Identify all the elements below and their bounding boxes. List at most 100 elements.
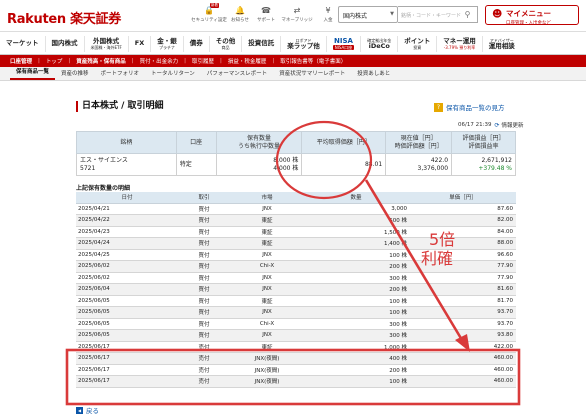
holding-row: エス・サイエンス 5721 特定 8,000 株 4,000 株 88.01 4… bbox=[76, 153, 516, 176]
nav-label: 投資信託 bbox=[248, 39, 275, 47]
tab-performance[interactable]: パフォーマンスレポート bbox=[201, 69, 273, 80]
crumb-tax[interactable]: 損益・税金履歴 bbox=[228, 57, 267, 65]
market-cell: Chi-X bbox=[232, 318, 302, 330]
back-link[interactable]: ◀ 戻る bbox=[76, 405, 99, 415]
tab-portfolio[interactable]: ポートフォリオ bbox=[95, 69, 146, 80]
date-cell: 2025/06/05 bbox=[76, 329, 176, 342]
divider: | bbox=[220, 58, 222, 64]
help-link[interactable]: ? 保有商品一覧の見方 bbox=[434, 102, 505, 112]
deposit-label: 入金 bbox=[323, 18, 333, 23]
table-row: 2025/06/05 買付 Chi-X 300 株 93.70 bbox=[76, 318, 516, 330]
support-button[interactable]: ☎ サポート bbox=[254, 5, 278, 24]
nav-nisa[interactable]: NISA NISA口座 bbox=[327, 35, 362, 52]
crumb-history[interactable]: 取引履歴 bbox=[192, 57, 214, 65]
market-cell: Chi-X bbox=[232, 260, 302, 273]
security-settings-button[interactable]: 🔒 セキュリティ設定 bbox=[191, 5, 227, 24]
nav-ideco[interactable]: 確定拠出年金 iDeCo bbox=[361, 35, 399, 52]
nav-label: 国内株式 bbox=[51, 39, 78, 47]
refresh-icon[interactable]: ⟳ bbox=[494, 122, 499, 129]
qty-cell: 300 株 bbox=[302, 318, 410, 330]
search-icon[interactable]: ⚲ bbox=[458, 7, 477, 22]
tab-footprint[interactable]: 投資あしあと bbox=[351, 69, 396, 80]
nav-market[interactable]: マーケット bbox=[0, 35, 46, 52]
lock-icon: 🔒 bbox=[204, 5, 214, 15]
annotation-text-5x: 5倍 bbox=[429, 230, 456, 249]
deposit-button[interactable]: ¥ 入金 bbox=[316, 5, 340, 24]
crumb-account[interactable]: 口座管理 bbox=[10, 57, 32, 65]
qty-cell: 500 株 bbox=[302, 214, 410, 227]
trade-cell: 買付 bbox=[176, 306, 232, 319]
nav-gold[interactable]: 金・銀 プラチナ bbox=[151, 35, 184, 52]
trade-cell: 買付 bbox=[176, 226, 232, 238]
question-icon: ? bbox=[434, 102, 443, 112]
col-header-date: 日付 bbox=[76, 192, 176, 204]
nav-money-management[interactable]: マネー運用 -3.79% 預り利率 bbox=[437, 35, 483, 52]
tab-summary-report[interactable]: 資産状況サマリーレポート bbox=[273, 69, 351, 80]
stock-name[interactable]: エス・サイエンス bbox=[80, 157, 173, 165]
holding-header-row: 銘柄 口座 保有数量 うち執行中数量 平均取得価額［円］ 現在値［円］ 時価評価… bbox=[76, 131, 516, 154]
market-cell: JNX bbox=[232, 329, 302, 342]
table-row: 2025/06/02 買付 JNX 300 株 77.90 bbox=[76, 272, 516, 284]
nav-sublabel: プラチナ bbox=[158, 44, 175, 50]
my-menu-button[interactable]: ☻ マイメニュー 口座管理・入出金など bbox=[485, 5, 579, 26]
market-cell: JNX bbox=[232, 249, 302, 261]
qty-cell: 100 株 bbox=[302, 295, 410, 307]
market-select[interactable]: 国内株式 ▼ bbox=[338, 6, 398, 23]
page-title: 日本株式 / 取引明細 bbox=[76, 101, 164, 112]
unit-price-cell: 93.70 bbox=[410, 318, 516, 330]
trade-cell: 買付 bbox=[176, 318, 232, 330]
trade-cell: 買付 bbox=[176, 272, 232, 284]
nav-label: FX bbox=[134, 39, 145, 47]
nav-domestic-stock[interactable]: 国内株式 bbox=[46, 35, 85, 52]
crumb-top[interactable]: トップ bbox=[46, 57, 63, 65]
nav-foreign-stock[interactable]: 外国株式 米国株・海外ETF bbox=[85, 35, 129, 52]
trade-cell: 売付 bbox=[176, 352, 232, 365]
trade-cell: 買付 bbox=[176, 237, 232, 250]
nav-other[interactable]: その他 商品 bbox=[210, 35, 243, 52]
holding-quantity-cell: 8,000 株 4,000 株 bbox=[215, 153, 303, 176]
date-cell: 2025/06/04 bbox=[76, 283, 176, 296]
market-value: 3,376,000 bbox=[417, 164, 449, 172]
account-type: 特定 bbox=[175, 153, 217, 176]
nav-robo[interactable]: ロボアド 楽ラップ他 bbox=[281, 35, 327, 52]
nav-funds[interactable]: 投資信託 bbox=[242, 35, 282, 52]
crumb-buying-power[interactable]: 買付・出金余力 bbox=[140, 57, 179, 65]
date-cell: 2025/06/02 bbox=[76, 272, 176, 284]
tab-holdings-list[interactable]: 保有商品一覧 bbox=[10, 67, 56, 80]
updated-time: 06/17 21:39 bbox=[458, 122, 492, 128]
qty-cell: 1,400 株 bbox=[302, 237, 410, 250]
holding-name-cell: エス・サイエンス 5721 bbox=[76, 153, 177, 176]
nav-label: 債券 bbox=[189, 39, 203, 47]
tab-asset-history[interactable]: 資産の推移 bbox=[55, 69, 95, 80]
date-cell: 2025/04/25 bbox=[76, 249, 176, 261]
date-cell: 2025/06/02 bbox=[76, 260, 176, 273]
qty-cell: 1,500 株 bbox=[302, 226, 410, 238]
nav-label: ポイント bbox=[404, 36, 431, 45]
nav-label: NISA bbox=[334, 36, 353, 45]
crumb-reports[interactable]: 取引報告書等（電子書面） bbox=[280, 57, 346, 65]
table-row: 2025/06/04 買付 JNX 200 株 81.60 bbox=[76, 283, 516, 296]
nav-points[interactable]: ポイント 投資 bbox=[398, 35, 438, 52]
money-bridge-button[interactable]: ⇄ マネーブリッジ bbox=[280, 5, 314, 24]
rakuten-logo[interactable]: Rakuten 楽天証券 bbox=[7, 8, 121, 27]
qty-cell: 100 株 bbox=[302, 306, 410, 319]
executing-quantity: 4,000 株 bbox=[273, 164, 299, 172]
trade-cell: 売付 bbox=[176, 364, 232, 376]
tab-total-return[interactable]: トータルリターン bbox=[145, 69, 201, 80]
qty-cell: 200 株 bbox=[302, 283, 410, 296]
qty-cell: 400 株 bbox=[302, 352, 410, 365]
nav-label: マネー運用 bbox=[443, 36, 476, 45]
trade-cell: 売付 bbox=[176, 375, 232, 388]
unit-price-cell: 93.80 bbox=[410, 329, 516, 342]
back-label: 戻る bbox=[86, 407, 99, 415]
crumb-holdings[interactable]: 資産残高・保有商品 bbox=[76, 57, 126, 65]
nav-fx[interactable]: FX bbox=[129, 35, 152, 52]
unit-price-cell: 81.70 bbox=[410, 295, 516, 307]
market-cell: 東証 bbox=[232, 341, 302, 353]
trade-cell: 買付 bbox=[176, 295, 232, 307]
refresh-button[interactable]: 情報更新 bbox=[501, 121, 523, 129]
notice-button[interactable]: 🔔 お知らせ bbox=[228, 5, 252, 24]
nav-bonds[interactable]: 債券 bbox=[184, 35, 210, 52]
nav-label: 運用相談 bbox=[488, 41, 515, 50]
nav-advisor[interactable]: アドバイザー 運用相談 bbox=[483, 36, 521, 52]
